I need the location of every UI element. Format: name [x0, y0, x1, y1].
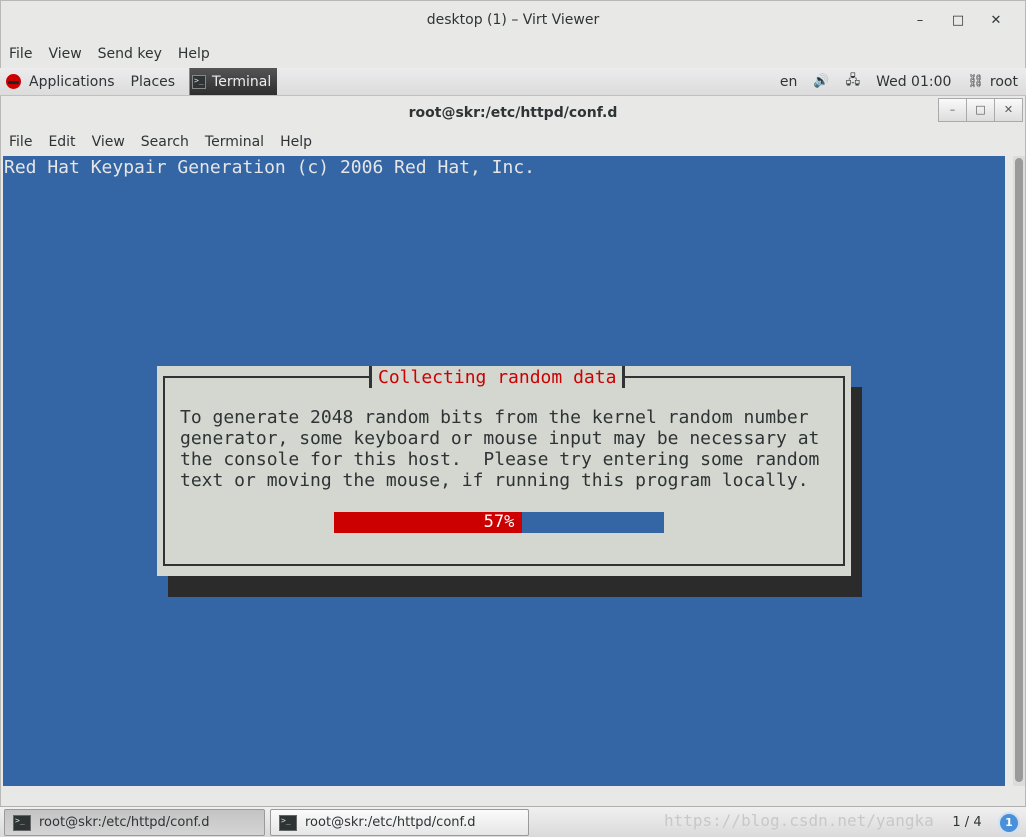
input-language[interactable]: en	[772, 68, 806, 95]
places-menu[interactable]: Places	[129, 68, 190, 95]
dialog-title-box: Collecting random data	[369, 366, 626, 388]
window-title: desktop (1) – Virt Viewer	[426, 12, 600, 28]
user-menu[interactable]: ⛓ root	[959, 68, 1026, 95]
terminal-screen[interactable]: Red Hat Keypair Generation (c) 2006 Red …	[3, 156, 1005, 786]
bottom-taskbar: >_ root@skr:/etc/httpd/conf.d >_ root@sk…	[0, 806, 1026, 837]
taskbar-item-terminal-1[interactable]: >_ root@skr:/etc/httpd/conf.d	[4, 809, 265, 836]
virt-viewer-menubar: File View Send key Help	[0, 40, 1026, 68]
terminal-minimize-button[interactable]: –	[938, 98, 967, 122]
watermark: https://blog.csdn.net/yangka	[664, 811, 934, 830]
menu-view[interactable]: View	[48, 46, 89, 62]
clock[interactable]: Wed 01:00	[868, 68, 959, 95]
terminal-menubar: File Edit View Search Terminal Help	[1, 128, 1025, 156]
applications-menu[interactable]: Applications	[0, 68, 129, 95]
dialog-message-line: text or moving the mouse, if running thi…	[180, 470, 809, 491]
maximize-button[interactable]: □	[939, 9, 977, 33]
dialog-message: To generate 2048 random bits from the ke…	[180, 407, 819, 491]
workspace-indicator[interactable]: 1 / 4	[942, 809, 992, 836]
progress-label: 57%	[483, 512, 515, 532]
virt-viewer-titlebar[interactable]: desktop (1) – Virt Viewer – □ ✕	[0, 0, 1026, 40]
panel-task-label: Terminal	[212, 73, 272, 90]
dialog-message-line: the console for this host. Please try en…	[180, 449, 820, 470]
terminal-icon: >_	[192, 74, 207, 89]
terminal-menu-help[interactable]: Help	[280, 134, 320, 150]
user-icon: ⛓	[967, 74, 984, 89]
taskbar-item-label: root@skr:/etc/httpd/conf.d	[39, 815, 210, 830]
terminal-scrollbar[interactable]	[1013, 156, 1025, 786]
taskbar-item-terminal-2[interactable]: >_ root@skr:/etc/httpd/conf.d	[270, 809, 529, 836]
minimize-button[interactable]: –	[901, 9, 939, 33]
terminal-header-line: Red Hat Keypair Generation (c) 2006 Red …	[4, 157, 536, 178]
panel-terminal-task[interactable]: >_ Terminal	[189, 68, 278, 95]
volume-icon[interactable]: 🔊	[805, 68, 837, 95]
terminal-menu-file[interactable]: File	[9, 134, 40, 150]
progress-bar: 57%	[334, 512, 664, 533]
terminal-window: root@skr:/etc/httpd/conf.d – □ ✕ File Ed…	[0, 96, 1026, 806]
terminal-icon: >_	[279, 814, 297, 831]
terminal-maximize-button[interactable]: □	[966, 98, 995, 122]
terminal-menu-search[interactable]: Search	[141, 134, 197, 150]
notification-badge[interactable]: 1	[998, 812, 1020, 834]
user-label: root	[989, 73, 1018, 90]
applications-label: Applications	[29, 73, 115, 90]
menu-help[interactable]: Help	[178, 46, 218, 62]
scrollbar-thumb[interactable]	[1015, 158, 1023, 782]
dialog-message-line: generator, some keyboard or mouse input …	[180, 428, 820, 449]
taskbar-item-label: root@skr:/etc/httpd/conf.d	[305, 815, 476, 830]
terminal-window-controls: – □ ✕	[938, 98, 1023, 122]
terminal-close-button[interactable]: ✕	[994, 98, 1023, 122]
terminal-menu-edit[interactable]: Edit	[48, 134, 83, 150]
window-controls: – □ ✕	[901, 9, 1015, 33]
dialog-message-line: To generate 2048 random bits from the ke…	[180, 407, 809, 428]
menu-file[interactable]: File	[9, 46, 40, 62]
terminal-titlebar[interactable]: root@skr:/etc/httpd/conf.d – □ ✕	[1, 96, 1025, 128]
menu-send-key[interactable]: Send key	[98, 46, 170, 62]
guest-top-panel: Applications Places >_ Terminal en 🔊 🖧 W…	[0, 68, 1026, 96]
random-data-dialog: Collecting random data To generate 2048 …	[157, 366, 851, 576]
terminal-menu-view[interactable]: View	[92, 134, 133, 150]
dialog-title: Collecting random data	[378, 366, 617, 388]
terminal-icon: >_	[13, 814, 31, 831]
close-button[interactable]: ✕	[977, 9, 1015, 33]
redhat-logo-icon	[6, 74, 21, 89]
network-icon[interactable]: 🖧	[838, 68, 869, 95]
terminal-title: root@skr:/etc/httpd/conf.d	[408, 105, 618, 121]
terminal-menu-terminal[interactable]: Terminal	[205, 134, 272, 150]
